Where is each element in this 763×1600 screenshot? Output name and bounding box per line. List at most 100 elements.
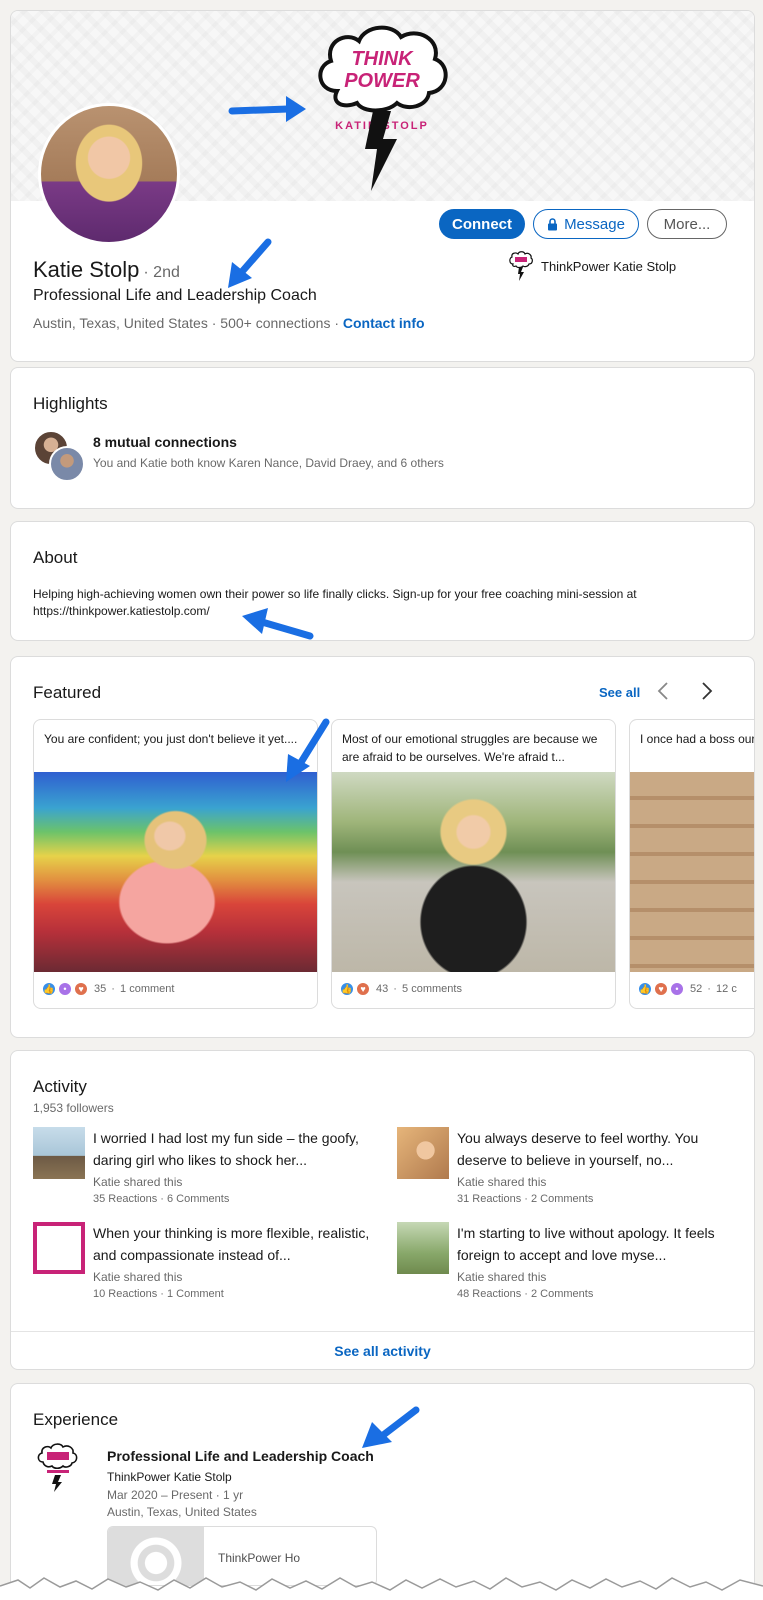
torn-edge — [0, 1577, 763, 1600]
insightful-icon: • — [58, 982, 72, 996]
activity-title-text: I worried I had lost my fun side – the g… — [93, 1130, 359, 1168]
profile-location: Austin, Texas, United States — [33, 315, 208, 331]
activity-item[interactable]: When your thinking is more flexible, rea… — [33, 1222, 369, 1312]
chevron-left-icon[interactable] — [657, 681, 669, 707]
featured-item-text: I once had a boss our staff meeting — [640, 732, 755, 746]
activity-item[interactable]: I worried I had lost my fun side – the g… — [33, 1127, 363, 1217]
profile-card: THINK POWER KATIE STOLP Connect Message … — [10, 10, 755, 362]
activity-item[interactable]: I'm starting to live without apology. It… — [397, 1222, 727, 1312]
activity-title-text: When your thinking is more flexible, rea… — [93, 1225, 370, 1263]
featured-item-text: You are confident; you just don't believ… — [44, 732, 298, 746]
annotation-arrow-icon — [228, 238, 272, 288]
experience-role: Professional Life and Leadership Coach — [107, 1448, 374, 1464]
comment-count: 12 c — [716, 983, 737, 995]
connect-button[interactable]: Connect — [439, 209, 525, 239]
company-name: ThinkPower Katie Stolp — [541, 258, 677, 274]
connect-label: Connect — [452, 215, 512, 233]
reaction-count: 43 — [376, 983, 389, 995]
insightful-icon: • — [670, 982, 684, 996]
mutual-avatars[interactable] — [33, 430, 85, 482]
company-logo-icon — [509, 251, 533, 281]
activity-thumbnail — [397, 1222, 449, 1274]
comment-count: 1 comment — [120, 983, 175, 995]
annotation-arrow-icon — [242, 608, 314, 640]
message-label: Message — [564, 215, 625, 233]
activity-stats: 35 Reactions · 6 Comments — [93, 1193, 230, 1205]
svg-text:POWER: POWER — [344, 70, 420, 92]
experience-title: Experience — [33, 1410, 119, 1429]
annotation-arrow-icon — [286, 718, 330, 782]
love-icon: ♥ — [654, 982, 668, 996]
more-label: More... — [663, 215, 711, 233]
svg-text:THINK: THINK — [351, 48, 414, 70]
activity-title-text: I'm starting to live without apology. It… — [457, 1225, 715, 1263]
thinkpower-logo: THINK POWER KATIE STOLP — [307, 21, 457, 191]
featured-item[interactable]: You are confident; you just don't believ… — [33, 719, 318, 1009]
more-button[interactable]: More... — [647, 209, 727, 239]
activity-title: Activity — [33, 1077, 87, 1096]
activity-stats: 10 Reactions · 1 Comment — [93, 1288, 224, 1300]
featured-item[interactable]: I once had a boss our staff meeting 👍 ♥ … — [629, 719, 755, 1009]
reaction-count: 52 — [690, 983, 703, 995]
activity-card: Activity 1,953 followers I worried I had… — [10, 1050, 755, 1370]
like-icon: 👍 — [638, 982, 652, 996]
mutual-connections-sub: You and Katie both know Karen Nance, Dav… — [93, 456, 444, 470]
experience-company[interactable]: ThinkPower Katie Stolp — [107, 1470, 232, 1484]
featured-item-meta: 👍 • ♥ 35 · 1 comment — [42, 982, 175, 996]
featured-item-image — [34, 772, 317, 972]
experience-location: Austin, Texas, United States — [107, 1505, 257, 1519]
lock-icon — [548, 217, 558, 230]
like-icon: 👍 — [42, 982, 56, 996]
connections-count[interactable]: 500+ connections — [220, 315, 330, 331]
avatar — [49, 446, 85, 482]
mutual-connections-title[interactable]: 8 mutual connections — [93, 434, 237, 450]
profile-avatar[interactable] — [38, 103, 180, 245]
followers-count: 1,953 followers — [33, 1101, 114, 1115]
comment-count: 5 comments — [402, 983, 462, 995]
profile-name: Katie Stolp — [33, 257, 140, 282]
chevron-right-icon[interactable] — [701, 681, 713, 707]
about-text: Helping high-achieving women own their p… — [33, 587, 637, 618]
profile-location-line: Austin, Texas, United States · 500+ conn… — [33, 315, 425, 331]
activity-item[interactable]: You always deserve to feel worthy. You d… — [397, 1127, 727, 1217]
about-title: About — [33, 548, 78, 567]
highlights-title: Highlights — [33, 394, 108, 413]
profile-headline: Professional Life and Leadership Coach — [33, 287, 317, 304]
message-button[interactable]: Message — [533, 209, 639, 239]
contact-info-link[interactable]: Contact info — [343, 315, 425, 331]
activity-thumbnail — [33, 1127, 85, 1179]
profile-name-line: Katie Stolp · 2nd — [33, 257, 180, 283]
activity-thumbnail — [397, 1127, 449, 1179]
activity-stats: 31 Reactions · 2 Comments — [457, 1193, 594, 1205]
featured-item-image — [630, 772, 754, 972]
experience-dates: Mar 2020 – Present · 1 yr — [107, 1488, 244, 1502]
company-logo-icon[interactable] — [33, 1442, 83, 1492]
see-all-activity-button[interactable]: See all activity — [11, 1331, 754, 1369]
featured-item-meta: 👍 ♥ 43 · 5 comments — [340, 982, 462, 996]
featured-item-image — [332, 772, 615, 972]
see-all-activity-label: See all activity — [334, 1342, 431, 1359]
like-icon: 👍 — [340, 982, 354, 996]
featured-item[interactable]: Most of our emotional struggles are beca… — [331, 719, 616, 1009]
separator: · — [334, 315, 339, 331]
separator: · — [211, 315, 217, 331]
activity-title-text: You always deserve to feel worthy. You d… — [457, 1130, 699, 1168]
current-company[interactable]: ThinkPower Katie Stolp — [507, 251, 676, 281]
annotation-arrow-icon — [362, 1406, 420, 1448]
featured-title: Featured — [33, 683, 102, 702]
featured-card: Featured See all You are confident; you … — [10, 656, 755, 1038]
activity-thumbnail — [33, 1222, 85, 1274]
activity-shared: Katie shared this — [457, 1270, 547, 1284]
featured-see-all[interactable]: See all — [599, 685, 640, 700]
connection-degree: · 2nd — [143, 264, 180, 281]
annotation-arrow-icon — [228, 96, 306, 122]
featured-item-text: Most of our emotional struggles are beca… — [342, 732, 598, 764]
activity-shared: Katie shared this — [457, 1175, 547, 1189]
love-icon: ♥ — [74, 982, 88, 996]
featured-item-meta: 👍 ♥ • 52 · 12 c — [638, 982, 737, 996]
activity-stats: 48 Reactions · 2 Comments — [457, 1288, 594, 1300]
reaction-count: 35 — [94, 983, 107, 995]
activity-shared: Katie shared this — [93, 1270, 183, 1284]
highlights-card: Highlights 8 mutual connections You and … — [10, 367, 755, 509]
about-card: About Helping high-achieving women own t… — [10, 521, 755, 641]
